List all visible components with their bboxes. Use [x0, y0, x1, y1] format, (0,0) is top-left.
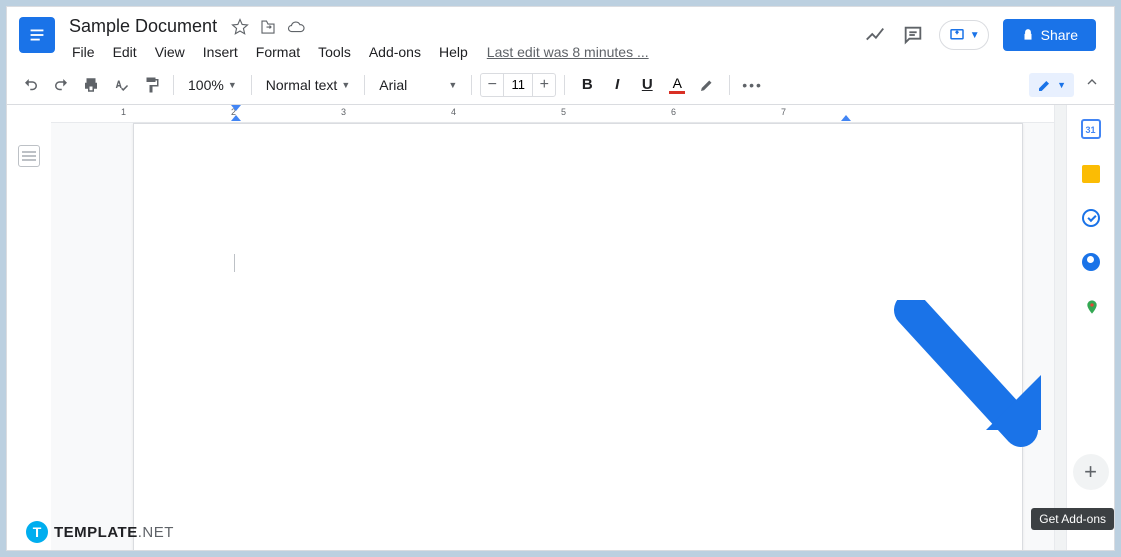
paragraph-style-dropdown[interactable]: Normal text ▼ — [260, 72, 357, 98]
menu-view[interactable]: View — [148, 41, 192, 63]
chevron-down-icon: ▼ — [448, 80, 457, 90]
share-label: Share — [1041, 27, 1078, 43]
separator — [729, 75, 730, 95]
menu-help[interactable]: Help — [432, 41, 475, 63]
editing-mode-button[interactable]: ▼ — [1029, 73, 1074, 97]
menu-tools[interactable]: Tools — [311, 41, 358, 63]
paint-format-button[interactable] — [137, 72, 165, 98]
ruler-mark: 6 — [671, 107, 676, 117]
separator — [471, 75, 472, 95]
highlight-button[interactable] — [693, 72, 721, 98]
pencil-icon — [1037, 77, 1053, 93]
app-window: Sample Document File Edit View Insert Fo… — [6, 6, 1115, 551]
underline-button[interactable]: U — [633, 72, 661, 98]
tooltip: Get Add-ons — [1031, 508, 1114, 530]
contacts-icon[interactable] — [1082, 253, 1100, 271]
collapse-toolbar-button[interactable] — [1080, 70, 1104, 99]
text-color-button[interactable]: A — [663, 72, 691, 98]
font-size-group: − + — [480, 73, 556, 97]
font-value: Arial — [379, 77, 407, 93]
toolbar: 100% ▼ Normal text ▼ Arial ▼ − + B I U A — [7, 65, 1114, 105]
indent-marker-icon[interactable] — [231, 105, 241, 111]
comments-icon[interactable] — [901, 23, 925, 47]
titlebar: Sample Document File Edit View Insert Fo… — [7, 7, 1114, 65]
ruler-mark: 7 — [781, 107, 786, 117]
menu-format[interactable]: Format — [249, 41, 307, 63]
redo-button[interactable] — [47, 72, 75, 98]
share-button[interactable]: Share — [1003, 19, 1096, 51]
font-size-input[interactable] — [503, 74, 533, 96]
maps-icon[interactable] — [1084, 297, 1098, 315]
separator — [173, 75, 174, 95]
zoom-value: 100% — [188, 77, 224, 93]
separator — [251, 75, 252, 95]
font-dropdown[interactable]: Arial ▼ — [373, 72, 463, 98]
ruler-mark: 4 — [451, 107, 456, 117]
menu-addons[interactable]: Add-ons — [362, 41, 428, 63]
title-area: Sample Document File Edit View Insert Fo… — [65, 15, 863, 63]
page[interactable] — [133, 123, 1023, 550]
ruler-mark: 5 — [561, 107, 566, 117]
separator — [564, 75, 565, 95]
toolbar-right: ▼ — [1029, 70, 1104, 99]
brand-name: TEMPLATE.NET — [54, 524, 174, 541]
cloud-status-icon[interactable] — [287, 18, 305, 36]
italic-button[interactable]: I — [603, 72, 631, 98]
chevron-down-icon: ▼ — [341, 80, 350, 90]
chevron-down-icon: ▼ — [228, 80, 237, 90]
get-addons-button[interactable]: + — [1073, 454, 1109, 490]
document-title[interactable]: Sample Document — [65, 15, 221, 38]
menu-edit[interactable]: Edit — [106, 41, 144, 63]
brand-watermark: T TEMPLATE.NET — [26, 521, 174, 543]
lock-icon — [1021, 28, 1035, 42]
activity-icon[interactable] — [863, 23, 887, 47]
menu-insert[interactable]: Insert — [196, 41, 245, 63]
font-size-increase-button[interactable]: + — [533, 74, 555, 96]
title-row: Sample Document — [65, 15, 863, 38]
ruler-mark: 1 — [121, 107, 126, 117]
text-color-bar — [669, 91, 685, 94]
ruler-mark: 3 — [341, 107, 346, 117]
print-button[interactable] — [77, 72, 105, 98]
chevron-down-icon: ▼ — [970, 30, 980, 41]
menu-file[interactable]: File — [65, 41, 102, 63]
undo-button[interactable] — [17, 72, 45, 98]
font-size-decrease-button[interactable]: − — [481, 74, 503, 96]
zoom-dropdown[interactable]: 100% ▼ — [182, 72, 243, 98]
sidepanel: + Get Add-ons — [1066, 105, 1114, 550]
hanging-indent-icon[interactable] — [231, 115, 241, 121]
right-indent-icon[interactable] — [841, 115, 851, 121]
last-edit-link[interactable]: Last edit was 8 minutes ... — [487, 44, 649, 60]
chevron-down-icon: ▼ — [1057, 80, 1066, 90]
scrollbar[interactable] — [1054, 105, 1066, 550]
move-icon[interactable] — [259, 18, 277, 36]
workspace: 1 2 3 4 5 6 7 — [7, 105, 1114, 550]
left-gutter — [7, 105, 51, 550]
document-area: 1 2 3 4 5 6 7 — [51, 105, 1054, 550]
brand-logo-icon: T — [26, 521, 48, 543]
outline-toggle-button[interactable] — [18, 145, 40, 167]
present-button[interactable]: ▼ — [939, 20, 989, 50]
menubar: File Edit View Insert Format Tools Add-o… — [65, 41, 863, 63]
ruler[interactable]: 1 2 3 4 5 6 7 — [51, 105, 1054, 123]
calendar-icon[interactable] — [1081, 119, 1101, 139]
more-button[interactable]: ••• — [738, 72, 767, 98]
separator — [364, 75, 365, 95]
docs-logo-icon[interactable] — [19, 17, 55, 53]
tasks-icon[interactable] — [1082, 209, 1100, 227]
keep-icon[interactable] — [1082, 165, 1100, 183]
star-icon[interactable] — [231, 18, 249, 36]
text-cursor — [234, 254, 235, 272]
style-value: Normal text — [266, 77, 338, 93]
spellcheck-button[interactable] — [107, 72, 135, 98]
header-right: ▼ Share — [863, 15, 1102, 51]
bold-button[interactable]: B — [573, 72, 601, 98]
